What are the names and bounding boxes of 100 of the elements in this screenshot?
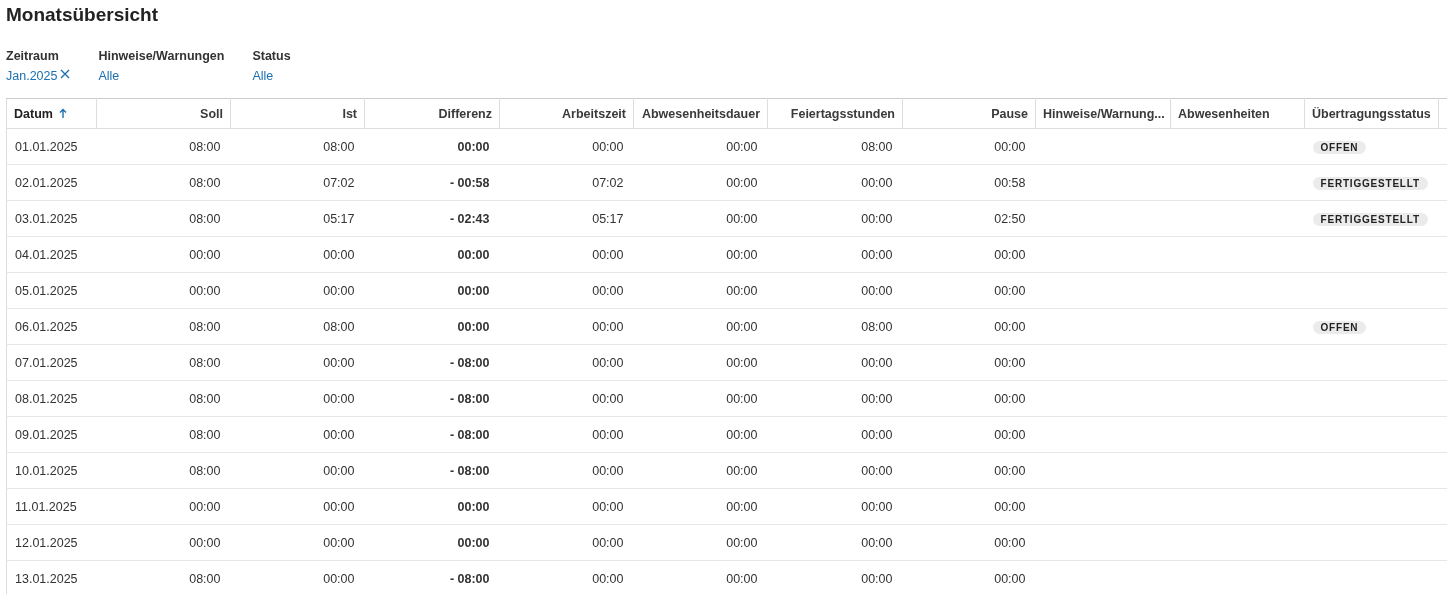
- table-cell: - 00:58: [449, 175, 490, 190]
- table-cell: 00:00: [994, 427, 1026, 442]
- table-cell: 08:00: [189, 463, 221, 478]
- table-cell: - 08:00: [449, 427, 490, 442]
- table-cell: 00:00: [994, 247, 1026, 262]
- table-cell: 00:00: [861, 571, 893, 586]
- table-cell: 10.01.2025: [15, 463, 78, 478]
- table-cell: 06.01.2025: [15, 319, 78, 334]
- table-cell: 00:00: [592, 247, 624, 262]
- table-cell: 00:00: [592, 391, 624, 406]
- table-cell: 00:00: [861, 535, 893, 550]
- table-cell: 00:00: [592, 535, 624, 550]
- table-cell: 05:17: [323, 211, 355, 226]
- table-cell: 00:00: [726, 427, 758, 442]
- table-cell: 00:00: [457, 319, 490, 334]
- table-cell: 08:00: [189, 391, 221, 406]
- status-badge: OFFEN: [1312, 320, 1367, 334]
- column-header[interactable]: Pause: [902, 98, 1036, 129]
- table-cell: 00:00: [323, 463, 355, 478]
- column-header[interactable]: Abwesenheitsdauer: [633, 98, 768, 129]
- table-cell: 08:00: [189, 211, 221, 226]
- table-cell: 08.01.2025: [15, 391, 78, 406]
- page-title: Monatsübersicht: [6, 3, 160, 27]
- table-cell: 00:00: [726, 571, 758, 586]
- table-cell: 08:00: [189, 571, 221, 586]
- table-cell: 00:00: [592, 283, 624, 298]
- sort-ascending-icon: [58, 107, 67, 119]
- table-cell: 00:00: [457, 535, 490, 550]
- table-cell: 08:00: [189, 175, 221, 190]
- table-cell: 01.01.2025: [15, 139, 78, 154]
- status-badge: FERTIGGESTELLT: [1312, 176, 1428, 190]
- table-cell: 00:00: [457, 139, 490, 154]
- table-cell: 08:00: [861, 139, 893, 154]
- column-header[interactable]: Ist: [230, 98, 365, 129]
- table-cell: 00:00: [189, 499, 221, 514]
- table-cell: 00:00: [994, 355, 1026, 370]
- table-cell: 00:00: [592, 319, 624, 334]
- table-cell: 12.01.2025: [15, 535, 78, 550]
- table-cell: 00:00: [726, 463, 758, 478]
- filter-link[interactable]: Jan.2025: [6, 67, 71, 85]
- table-cell: - 08:00: [449, 463, 490, 478]
- column-header[interactable]: Soll: [96, 98, 231, 129]
- table-cell: 11.01.2025: [15, 499, 77, 514]
- filter-label: Zeitraum: [6, 48, 60, 65]
- table-cell: 00:00: [994, 139, 1026, 154]
- table-cell: 08:00: [189, 139, 221, 154]
- table-cell: 00:00: [726, 391, 758, 406]
- column-header[interactable]: Differenz: [364, 98, 500, 129]
- table-cell: 05.01.2025: [15, 283, 78, 298]
- table-cell: 00:58: [994, 175, 1026, 190]
- table-cell: 00:00: [189, 247, 221, 262]
- table-cell: 00:00: [457, 247, 490, 262]
- table-cell: 00:00: [457, 499, 490, 514]
- table-cell: 00:00: [994, 571, 1026, 586]
- table-cell: 00:00: [323, 355, 355, 370]
- table-cell: 00:00: [592, 571, 624, 586]
- table-cell: 00:00: [994, 283, 1026, 298]
- column-header[interactable]: Arbeitszeit: [499, 98, 634, 129]
- table-cell: 00:00: [323, 283, 355, 298]
- table-cell: 00:00: [726, 175, 758, 190]
- table-cell: 00:00: [323, 571, 355, 586]
- filter-link[interactable]: Alle: [98, 67, 120, 85]
- status-badge: OFFEN: [1312, 140, 1367, 154]
- table-cell: 00:00: [861, 283, 893, 298]
- table-cell: 00:00: [726, 247, 758, 262]
- table-cell: 00:00: [861, 463, 893, 478]
- column-header[interactable]: Abwesenheiten: [1170, 98, 1305, 129]
- table-cell: 00:00: [726, 499, 758, 514]
- table-cell: 00:00: [994, 499, 1026, 514]
- table-cell: 04.01.2025: [15, 247, 78, 262]
- table-cell: 00:00: [323, 535, 355, 550]
- filter-label: Status: [252, 48, 291, 65]
- table-cell: 00:00: [592, 463, 624, 478]
- status-badge: FERTIGGESTELLT: [1312, 212, 1428, 226]
- table-cell: 00:00: [861, 211, 893, 226]
- table-cell: 00:00: [189, 535, 221, 550]
- table-cell: 00:00: [861, 499, 893, 514]
- table-cell: 00:00: [994, 391, 1026, 406]
- table-cell: 00:00: [323, 499, 355, 514]
- table-cell: 00:00: [726, 319, 758, 334]
- table-cell: 00:00: [861, 355, 893, 370]
- table-cell: - 08:00: [449, 391, 490, 406]
- table-cell: 13.01.2025: [15, 571, 78, 586]
- table-cell: 00:00: [994, 463, 1026, 478]
- table-cell: - 08:00: [449, 571, 490, 586]
- table-cell: 00:00: [861, 391, 893, 406]
- column-header[interactable]: Übertragungsstatus: [1304, 98, 1439, 129]
- table-cell: 00:00: [994, 535, 1026, 550]
- table-cell: - 02:43: [449, 211, 490, 226]
- column-header[interactable]: Datum: [6, 98, 97, 129]
- filter-link[interactable]: Alle: [252, 67, 274, 85]
- table-cell: 00:00: [726, 283, 758, 298]
- column-header[interactable]: Hinweise/Warnung...: [1035, 98, 1171, 129]
- close-icon[interactable]: [60, 69, 71, 79]
- table-cell: 00:00: [726, 211, 758, 226]
- table-cell: 02.01.2025: [15, 175, 78, 190]
- column-header[interactable]: Feiertagsstunden: [767, 98, 903, 129]
- table-cell: 05:17: [592, 211, 624, 226]
- table-cell: 00:00: [861, 247, 893, 262]
- table-cell: 08:00: [323, 319, 355, 334]
